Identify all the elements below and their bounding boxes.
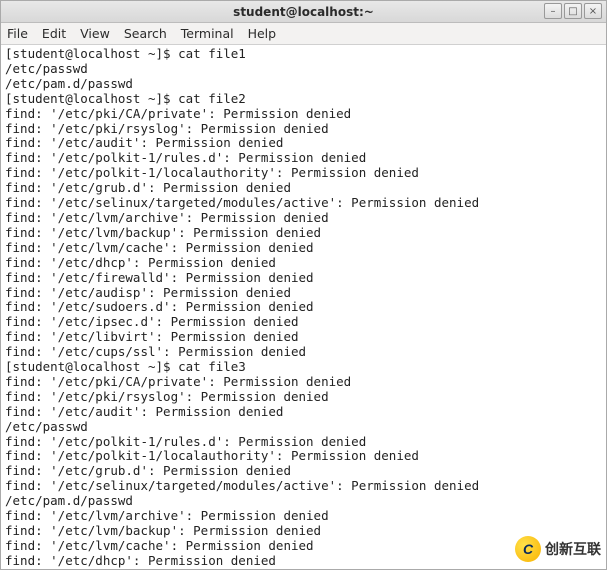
minimize-button[interactable]: –: [544, 3, 562, 19]
maximize-button[interactable]: □: [564, 3, 582, 19]
watermark: C 创新互联: [509, 532, 607, 566]
watermark-logo-icon: C: [515, 536, 541, 562]
menubar: File Edit View Search Terminal Help: [1, 23, 606, 45]
menu-help[interactable]: Help: [248, 26, 277, 41]
terminal-window: student@localhost:~ – □ × File Edit View…: [0, 0, 607, 570]
menu-view[interactable]: View: [80, 26, 110, 41]
titlebar: student@localhost:~ – □ ×: [1, 1, 606, 23]
window-controls: – □ ×: [544, 3, 602, 19]
close-button[interactable]: ×: [584, 3, 602, 19]
watermark-text: 创新互联: [545, 539, 601, 559]
menu-edit[interactable]: Edit: [42, 26, 66, 41]
menu-search[interactable]: Search: [124, 26, 167, 41]
menu-file[interactable]: File: [7, 26, 28, 41]
terminal-content[interactable]: [student@localhost ~]$ cat file1 /etc/pa…: [1, 45, 606, 569]
menu-terminal[interactable]: Terminal: [181, 26, 234, 41]
window-title: student@localhost:~: [1, 5, 606, 19]
